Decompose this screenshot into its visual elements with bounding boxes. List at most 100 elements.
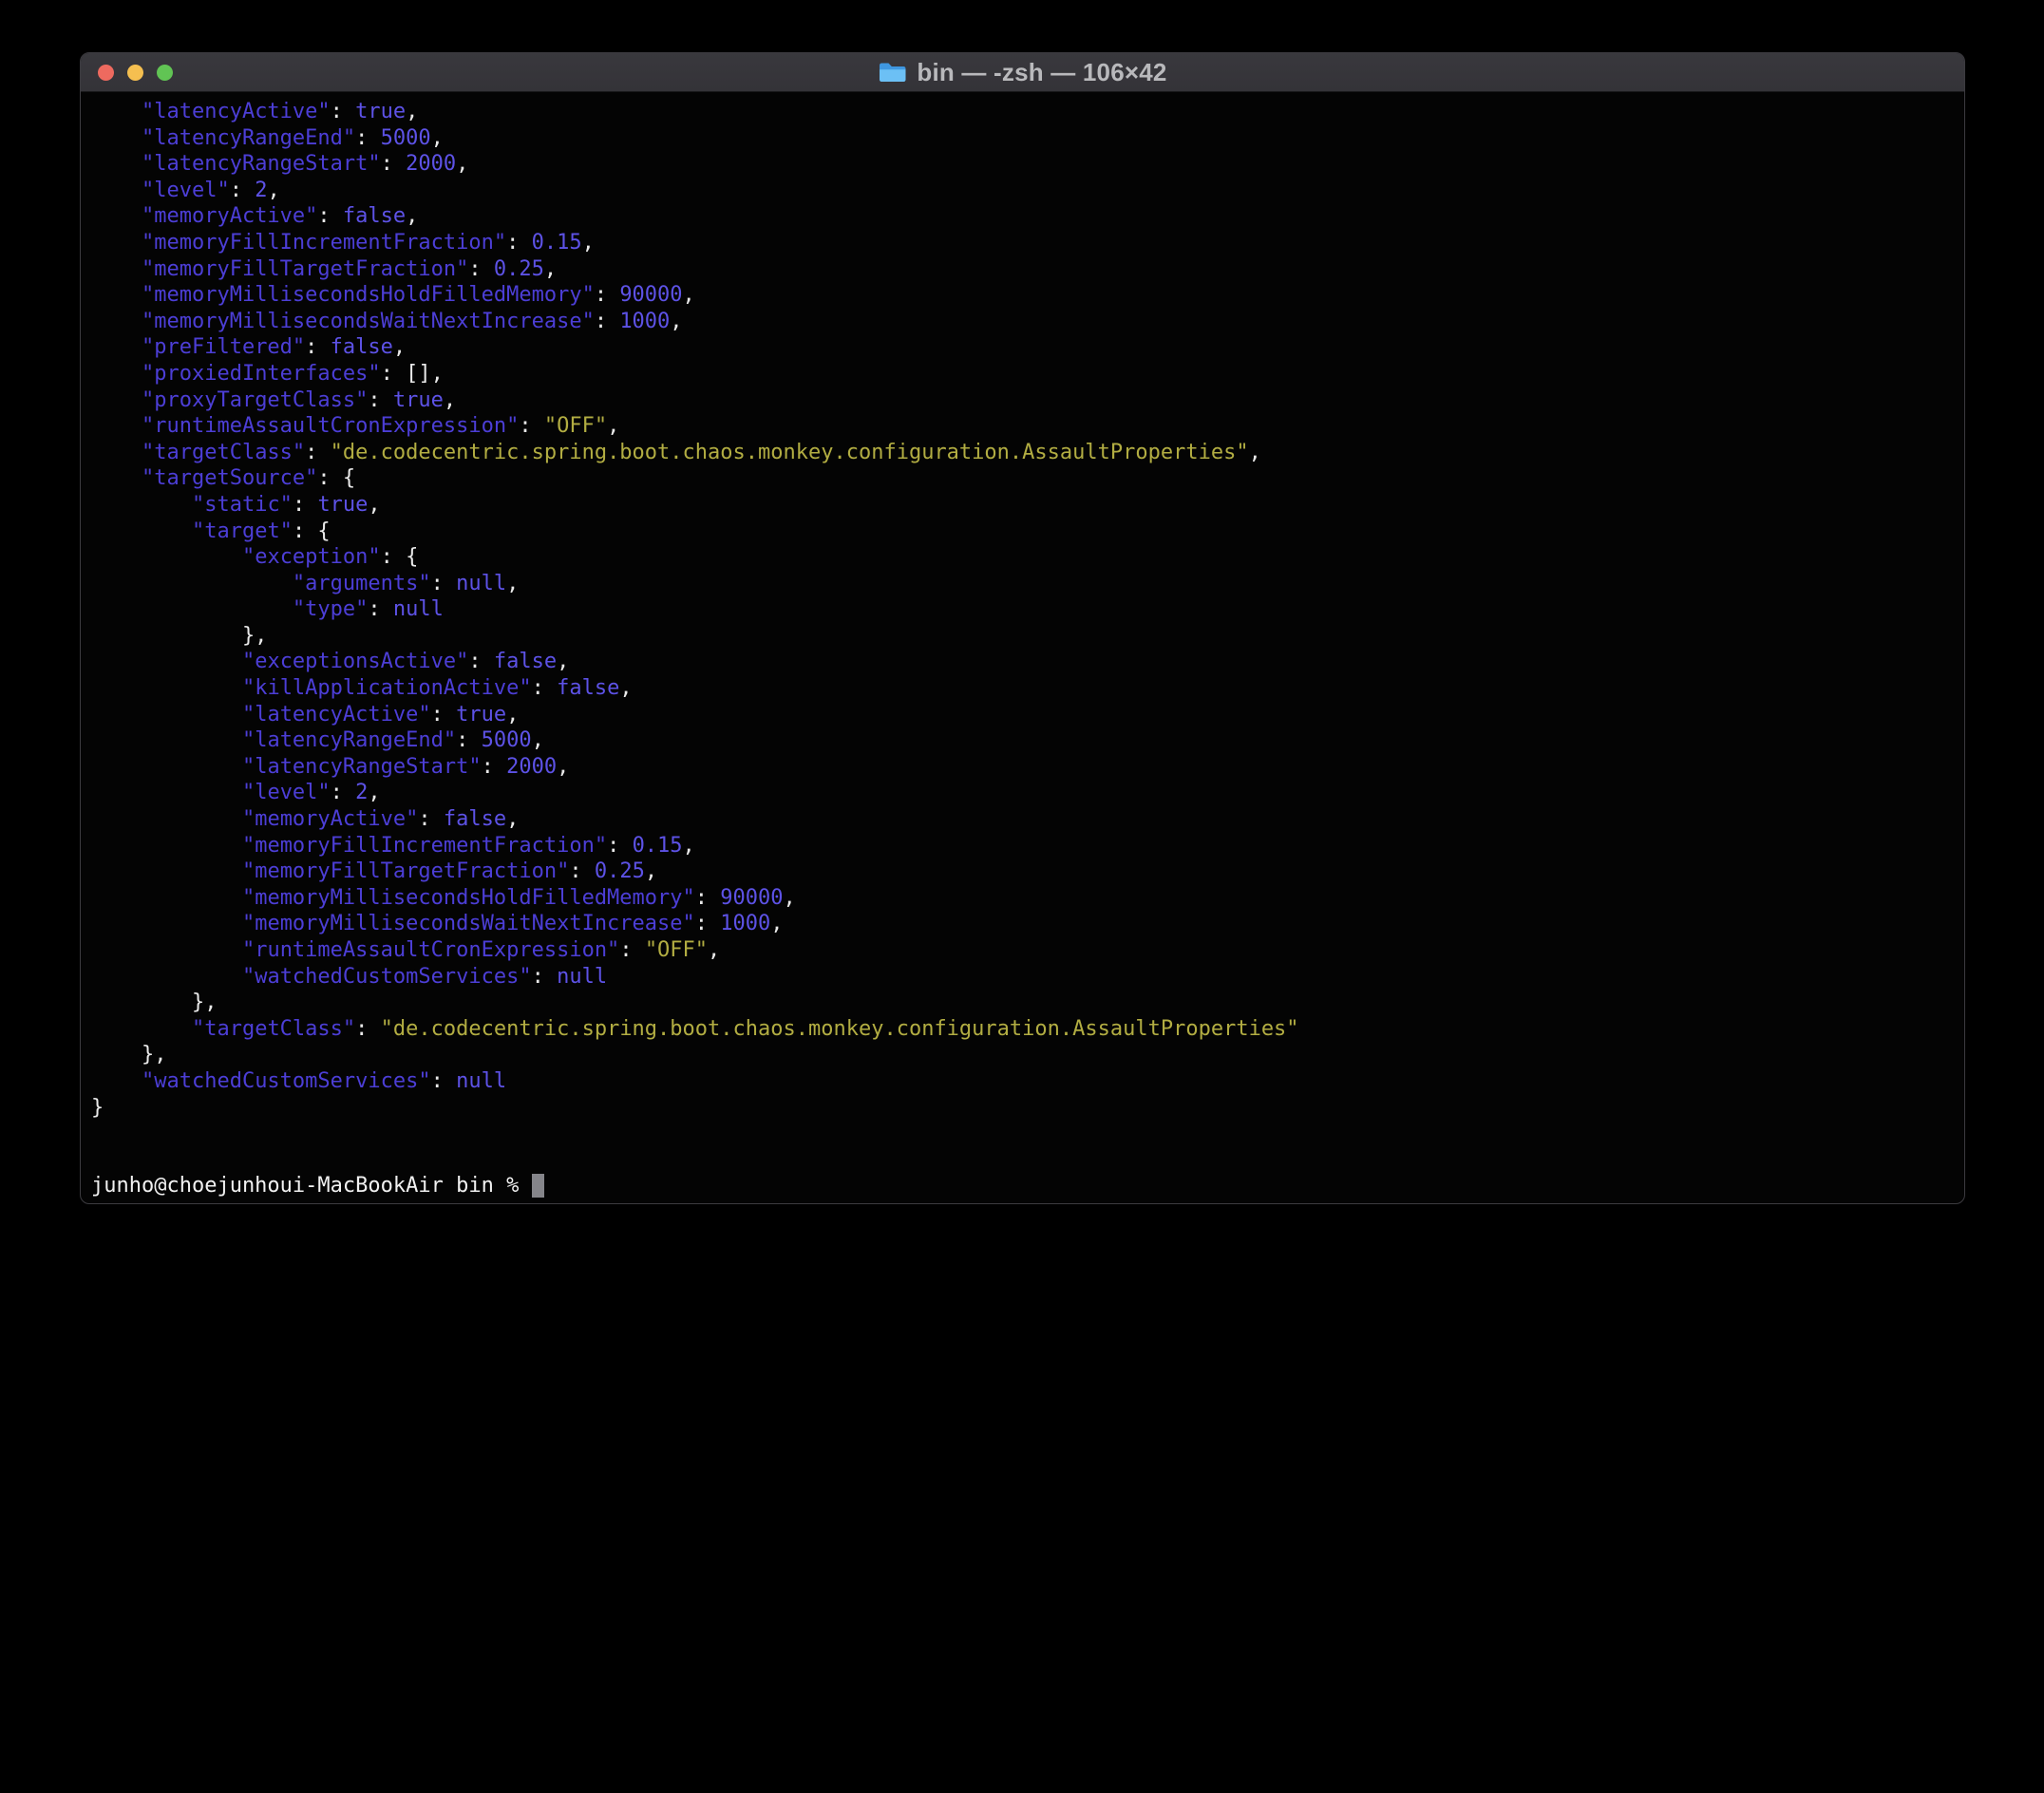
- terminal-text-segment: 1000: [720, 912, 770, 935]
- zoom-button[interactable]: [157, 65, 173, 81]
- terminal-text-segment: :: [368, 597, 393, 621]
- terminal-text-segment: "targetClass": [142, 441, 305, 464]
- terminal-line: "static": true,: [91, 492, 1955, 519]
- terminal-line: "memoryMillisecondsWaitNextIncrease": 10…: [91, 309, 1955, 335]
- terminal-text-segment: null: [456, 1069, 506, 1093]
- terminal-text-segment: :: [506, 231, 532, 255]
- terminal-text-segment: false: [557, 676, 619, 700]
- terminal-text-segment: :: [595, 310, 620, 333]
- terminal-text-segment: [91, 755, 242, 779]
- window-title-area: bin — -zsh — 106×42: [81, 53, 1964, 91]
- terminal-text-segment: "latencyRangeStart": [142, 152, 381, 176]
- window-titlebar: bin — -zsh — 106×42: [81, 53, 1964, 92]
- terminal-text-segment: :: [317, 204, 343, 228]
- terminal-text-segment: ,: [431, 126, 444, 150]
- terminal-text-segment: [91, 152, 142, 176]
- terminal-text-segment: ,: [670, 310, 682, 333]
- terminal-text-segment: ,: [444, 388, 456, 412]
- terminal-text-segment: "memoryFillIncrementFraction": [242, 834, 607, 858]
- terminal-text-segment: [91, 834, 242, 858]
- terminal-line: [91, 1121, 1955, 1147]
- terminal-text-segment: [91, 493, 192, 517]
- terminal-line: "memoryMillisecondsHoldFilledMemory": 90…: [91, 885, 1955, 912]
- terminal-line: "latencyActive": true,: [91, 99, 1955, 125]
- terminal-text-segment: [91, 965, 242, 989]
- terminal-text-segment: [91, 519, 192, 543]
- terminal-text-segment: false: [343, 204, 406, 228]
- terminal-text-segment: ,: [406, 204, 418, 228]
- terminal-text-segment: "watchedCustomServices": [242, 965, 532, 989]
- terminal-screen[interactable]: "latencyActive": true, "latencyRangeEnd"…: [81, 92, 1964, 1199]
- terminal-text-segment: true: [456, 703, 506, 727]
- terminal-text-segment: junho@choejunhoui-MacBookAir bin %: [91, 1174, 532, 1198]
- terminal-line: "latencyRangeStart": 2000,: [91, 151, 1955, 178]
- terminal-text-segment: "memoryMillisecondsWaitNextIncrease": [142, 310, 595, 333]
- terminal-line: "type": null: [91, 596, 1955, 623]
- terminal-text-segment: ,: [267, 179, 279, 202]
- terminal-line: "targetClass": "de.codecentric.spring.bo…: [91, 440, 1955, 466]
- terminal-text-segment: [91, 1069, 142, 1093]
- terminal-line: "watchedCustomServices": null: [91, 1068, 1955, 1095]
- terminal-line: "runtimeAssaultCronExpression": "OFF",: [91, 413, 1955, 440]
- terminal-text-segment: [91, 703, 242, 727]
- terminal-text-segment: true: [317, 493, 368, 517]
- terminal-text-segment: ,: [619, 676, 632, 700]
- terminal-text-segment: 0.25: [494, 257, 544, 281]
- terminal-line: "watchedCustomServices": null: [91, 964, 1955, 991]
- terminal-text-segment: "memoryMillisecondsHoldFilledMemory": [142, 283, 595, 307]
- terminal-text-segment: },: [91, 1043, 166, 1066]
- terminal-text-segment: ,: [708, 938, 720, 962]
- terminal-text-segment: [91, 179, 142, 202]
- terminal-text-segment: [91, 1017, 192, 1041]
- terminal-text-segment: ,: [557, 650, 569, 673]
- terminal-line: "latencyActive": true,: [91, 702, 1955, 728]
- terminal-text-segment: ,: [456, 152, 468, 176]
- terminal-text-segment: :: [695, 912, 721, 935]
- terminal-window: bin — -zsh — 106×42 "latencyActive": tru…: [80, 52, 1965, 1204]
- terminal-text-segment: ,: [557, 755, 569, 779]
- terminal-text-segment: 0.25: [595, 859, 645, 883]
- terminal-text-segment: :: [532, 965, 558, 989]
- terminal-text-segment: [91, 781, 242, 804]
- desktop: { "window": { "title": "bin — -zsh — 106…: [0, 0, 2044, 1793]
- terminal-line: "memoryFillTargetFraction": 0.25,: [91, 256, 1955, 283]
- terminal-text-segment: "memoryMillisecondsWaitNextIncrease": [242, 912, 695, 935]
- terminal-text-segment: ,: [544, 257, 557, 281]
- terminal-text-segment: :: [355, 1017, 381, 1041]
- terminal-text-segment: :: [468, 257, 494, 281]
- terminal-line: "latencyRangeEnd": 5000,: [91, 125, 1955, 152]
- terminal-text-segment: ,: [645, 859, 657, 883]
- minimize-button[interactable]: [127, 65, 143, 81]
- terminal-text-segment: :: [368, 388, 393, 412]
- terminal-line: "targetSource": {: [91, 465, 1955, 492]
- close-button[interactable]: [98, 65, 114, 81]
- terminal-line: },: [91, 990, 1955, 1016]
- terminal-text-segment: "memoryActive": [142, 204, 317, 228]
- terminal-text-segment: "target": [192, 519, 293, 543]
- terminal-text-segment: "runtimeAssaultCronExpression": [142, 414, 519, 438]
- terminal-text-segment: : {: [317, 466, 355, 490]
- terminal-text-segment: :: [607, 834, 633, 858]
- terminal-text-segment: : [],: [381, 362, 444, 386]
- terminal-text-segment: :: [331, 100, 356, 123]
- terminal-text-segment: "latencyActive": [242, 703, 431, 727]
- terminal-text-segment: "level": [142, 179, 230, 202]
- terminal-line: },: [91, 623, 1955, 650]
- terminal-text-segment: [91, 414, 142, 438]
- terminal-text-segment: 90000: [720, 886, 783, 910]
- terminal-text-segment: :: [331, 781, 356, 804]
- terminal-line: "memoryFillIncrementFraction": 0.15,: [91, 230, 1955, 256]
- terminal-text-segment: "de.codecentric.spring.boot.chaos.monkey…: [331, 441, 1249, 464]
- terminal-text-segment: false: [444, 807, 506, 831]
- terminal-text-segment: :: [418, 807, 444, 831]
- terminal-text-segment: :: [595, 283, 620, 307]
- terminal-line: "level": 2,: [91, 178, 1955, 204]
- terminal-line: junho@choejunhoui-MacBookAir bin %: [91, 1173, 1955, 1199]
- terminal-text-segment: 90000: [619, 283, 682, 307]
- terminal-text-segment: "level": [242, 781, 331, 804]
- terminal-text-segment: [91, 676, 242, 700]
- terminal-text-segment: "latencyRangeEnd": [142, 126, 355, 150]
- terminal-text-segment: :: [305, 335, 331, 359]
- terminal-text-segment: :: [431, 572, 457, 595]
- terminal-text-segment: ,: [406, 100, 418, 123]
